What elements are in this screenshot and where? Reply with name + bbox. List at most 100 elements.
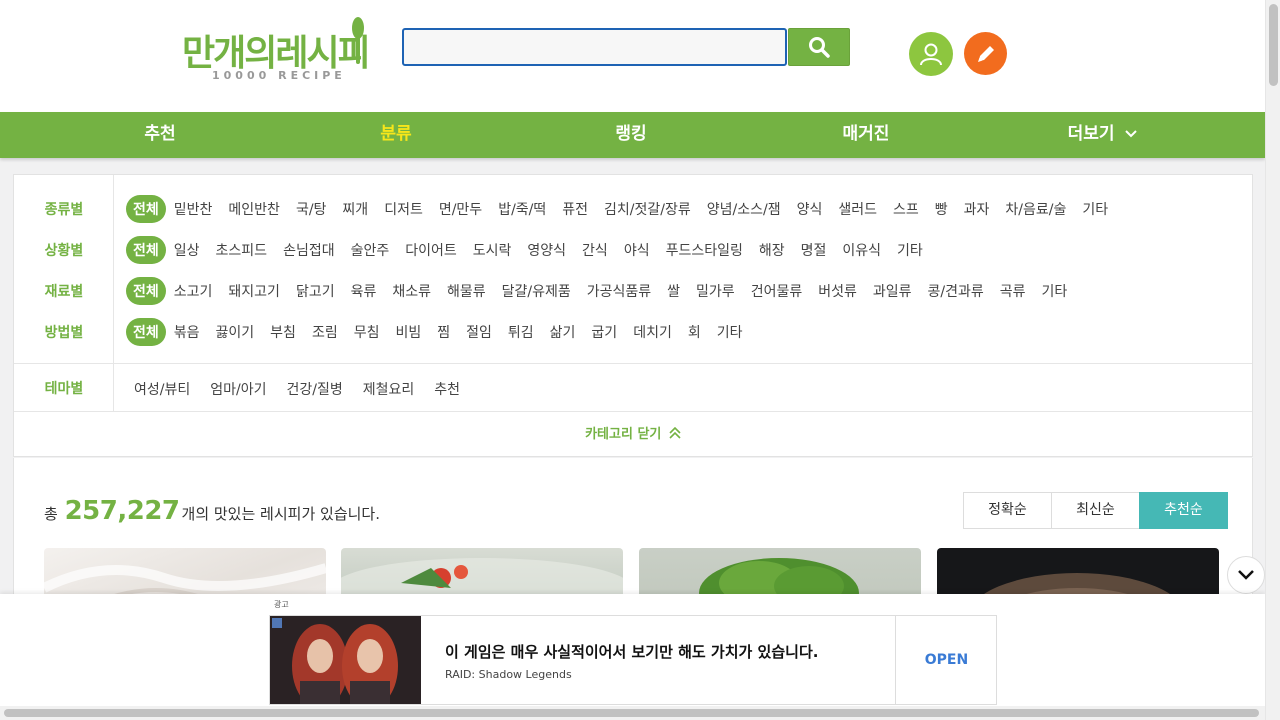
theme-sidebar: 테마별 <box>14 364 114 412</box>
category-chip[interactable]: 끓이기 <box>216 322 255 342</box>
category-chip[interactable]: 조림 <box>312 322 338 342</box>
category-chip[interactable]: 도시락 <box>473 240 512 260</box>
category-chip[interactable]: 과자 <box>964 199 990 219</box>
category-chip[interactable]: 비빔 <box>395 322 421 342</box>
category-chip[interactable]: 디저트 <box>384 199 423 219</box>
category-chip[interactable]: 무침 <box>354 322 380 342</box>
category-chip[interactable]: 이유식 <box>842 240 881 260</box>
vertical-scrollbar[interactable] <box>1265 0 1280 720</box>
category-chip[interactable]: 곡류 <box>1000 281 1026 301</box>
category-chip[interactable]: 소고기 <box>174 281 213 301</box>
category-chip[interactable]: 영양식 <box>527 240 566 260</box>
nav-item-more[interactable]: 더보기 <box>1023 112 1183 158</box>
theme-chip[interactable]: 여성/뷰티 <box>134 379 190 399</box>
category-chip[interactable]: 볶음 <box>174 322 200 342</box>
nav-item-recommend[interactable]: 추천 <box>80 112 240 158</box>
nav-item-ranking[interactable]: 랭킹 <box>551 112 711 158</box>
close-category-label: 카테고리 닫기 <box>585 427 662 442</box>
search-input[interactable] <box>402 28 787 66</box>
category-chip[interactable]: 일상 <box>174 240 200 260</box>
category-row-type: 전체 밑반찬 메인반찬 국/탕 찌개 디저트 면/만두 밥/죽/떡 퓨전 김치/젓갈/장류 양념/소… <box>126 195 1124 223</box>
category-chip[interactable]: 간식 <box>582 240 608 260</box>
theme-chip[interactable]: 엄마/아기 <box>210 379 266 399</box>
category-chip[interactable]: 콩/견과류 <box>928 281 984 301</box>
category-chip[interactable]: 삶기 <box>550 322 576 342</box>
category-chip[interactable]: 찜 <box>437 322 450 342</box>
ad-open-button[interactable]: OPEN <box>895 616 997 704</box>
category-chip[interactable]: 밑반찬 <box>174 199 213 219</box>
header: 만개의레시피 10000 RECIPE <box>0 0 1265 112</box>
category-chip[interactable]: 해물류 <box>447 281 486 301</box>
category-chip[interactable]: 초스피드 <box>216 240 268 260</box>
nav-item-category[interactable]: 분류 <box>316 112 476 158</box>
user-icon <box>920 43 942 66</box>
category-chip[interactable]: 절임 <box>466 322 492 342</box>
category-chip[interactable]: 회 <box>688 322 701 342</box>
category-chip[interactable]: 메인반찬 <box>228 199 280 219</box>
category-chip[interactable]: 굽기 <box>591 322 617 342</box>
category-chip[interactable]: 달걀/유제품 <box>502 281 571 301</box>
category-chip[interactable]: 푸드스타일링 <box>666 240 743 260</box>
category-chip[interactable]: 국/탕 <box>296 199 326 219</box>
sort-recommend-button[interactable]: 추천순 <box>1139 492 1228 529</box>
category-chip[interactable]: 돼지고기 <box>228 281 280 301</box>
theme-chip[interactable]: 추천 <box>434 379 460 399</box>
category-chip[interactable]: 건어물류 <box>751 281 803 301</box>
theme-chip[interactable]: 제철요리 <box>363 379 415 399</box>
category-chip[interactable]: 빵 <box>935 199 948 219</box>
category-chip[interactable]: 가공식품류 <box>587 281 651 301</box>
category-chip[interactable]: 양식 <box>797 199 823 219</box>
category-chip[interactable]: 닭고기 <box>296 281 335 301</box>
sort-accuracy-button[interactable]: 정확순 <box>963 492 1052 529</box>
user-button[interactable] <box>909 32 953 76</box>
category-chip[interactable]: 술안주 <box>351 240 390 260</box>
horizontal-scrollbar-thumb[interactable] <box>4 709 1259 717</box>
category-chip[interactable]: 기타 <box>897 240 923 260</box>
chevron-down-icon <box>1238 570 1254 580</box>
category-chip[interactable]: 데치기 <box>633 322 672 342</box>
ad-subtitle: RAID: Shadow Legends <box>445 668 572 681</box>
category-chip[interactable]: 밥/죽/떡 <box>498 199 546 219</box>
category-chip[interactable]: 손님접대 <box>283 240 335 260</box>
category-chip[interactable]: 쌀 <box>667 281 680 301</box>
category-chip[interactable]: 기타 <box>1042 281 1068 301</box>
category-chip[interactable]: 김치/젓갈/장류 <box>604 199 691 219</box>
category-chip[interactable]: 다이어트 <box>405 240 457 260</box>
category-chip[interactable]: 스프 <box>893 199 919 219</box>
category-chip[interactable]: 육류 <box>351 281 377 301</box>
category-chip-all[interactable]: 전체 <box>126 277 166 305</box>
category-chip[interactable]: 밀가루 <box>696 281 735 301</box>
site-logo[interactable]: 만개의레시피 10000 RECIPE <box>182 16 372 86</box>
category-chip[interactable]: 기타 <box>1082 199 1108 219</box>
category-chip[interactable]: 튀김 <box>508 322 534 342</box>
category-chip-all[interactable]: 전체 <box>126 236 166 264</box>
category-chip[interactable]: 차/음료/술 <box>1005 199 1066 219</box>
collapse-ad-button[interactable] <box>1227 556 1265 594</box>
ad-card[interactable]: 이 게임은 매우 사실적이어서 보기만 해도 가치가 있습니다. RAID: S… <box>269 615 997 705</box>
page: 만개의레시피 10000 RECIPE 추천 분류 랭킹 매거진 더보기 종류별… <box>0 0 1280 720</box>
category-chip[interactable]: 양념/소스/잼 <box>707 199 781 219</box>
horizontal-scrollbar[interactable] <box>0 706 1265 720</box>
sort-latest-button[interactable]: 최신순 <box>1051 492 1140 529</box>
category-chip[interactable]: 버섯류 <box>818 281 857 301</box>
category-chip[interactable]: 샐러드 <box>838 199 877 219</box>
category-chip[interactable]: 과일류 <box>873 281 912 301</box>
category-chip[interactable]: 해장 <box>759 240 785 260</box>
nav-item-magazine[interactable]: 매거진 <box>786 112 946 158</box>
theme-chip[interactable]: 건강/질병 <box>287 379 343 399</box>
category-chip[interactable]: 부침 <box>270 322 296 342</box>
category-chip[interactable]: 퓨전 <box>562 199 588 219</box>
write-recipe-button[interactable] <box>964 32 1007 75</box>
category-chip[interactable]: 채소류 <box>392 281 431 301</box>
category-chip-all[interactable]: 전체 <box>126 195 166 223</box>
category-chip[interactable]: 찌개 <box>342 199 368 219</box>
search-button[interactable] <box>788 28 850 66</box>
category-chip-all[interactable]: 전체 <box>126 318 166 346</box>
category-chip[interactable]: 면/만두 <box>439 199 482 219</box>
ad-label: 광고 <box>274 600 289 609</box>
category-chip[interactable]: 명절 <box>801 240 827 260</box>
category-chip[interactable]: 기타 <box>717 322 743 342</box>
category-chip[interactable]: 야식 <box>624 240 650 260</box>
vertical-scrollbar-thumb[interactable] <box>1269 4 1278 86</box>
close-category-button[interactable]: 카테고리 닫기 <box>14 412 1252 458</box>
